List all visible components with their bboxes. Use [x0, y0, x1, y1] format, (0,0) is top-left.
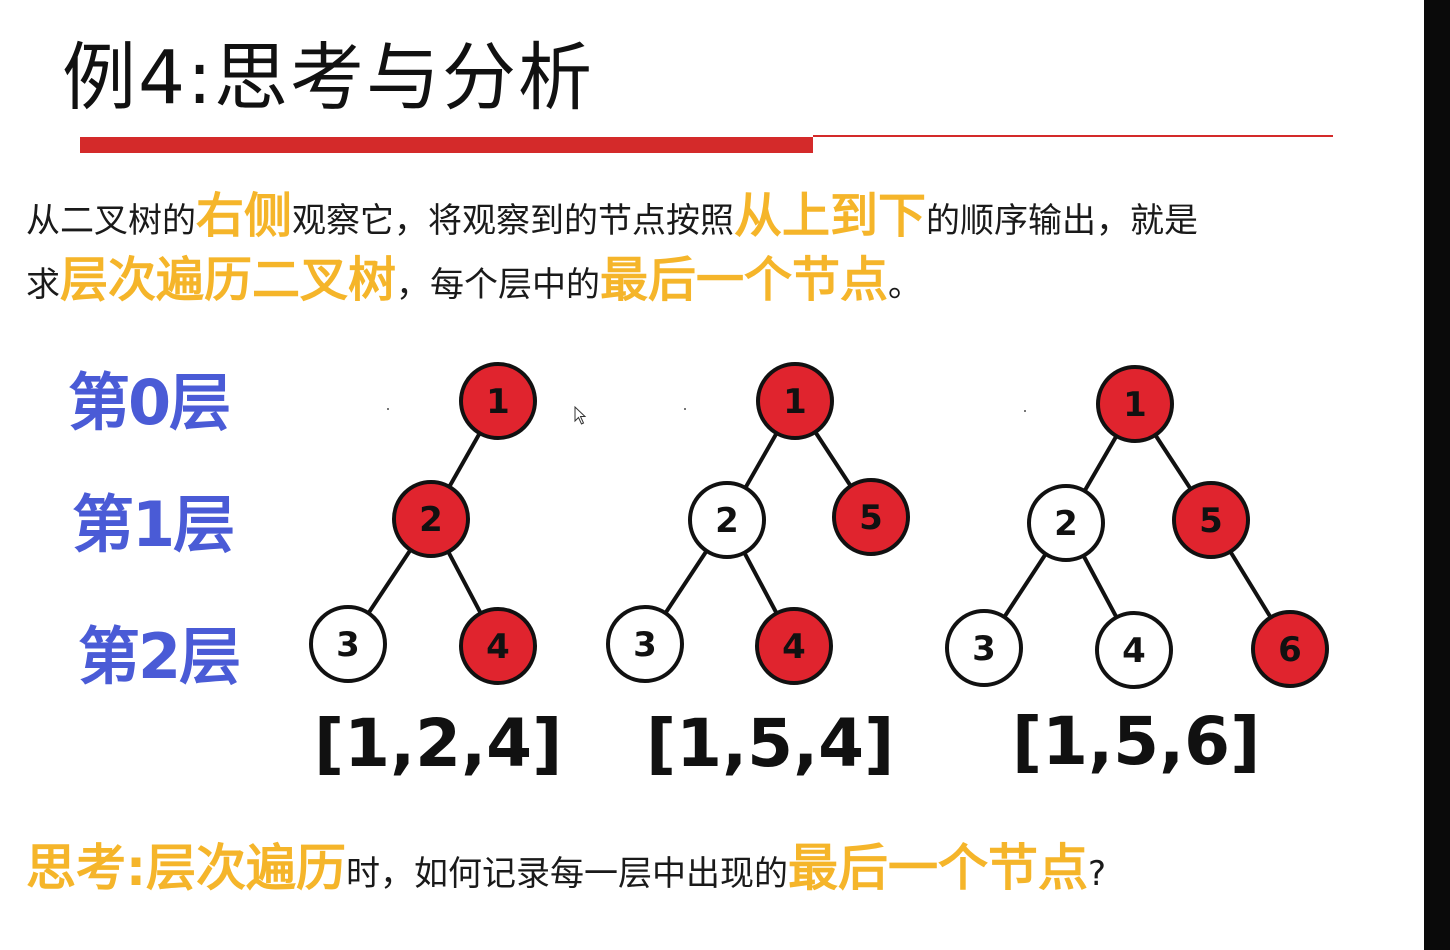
- tree-node-label: 1: [783, 382, 807, 422]
- tree-node-label: 5: [1199, 501, 1223, 541]
- tree-node-label: 4: [1122, 631, 1146, 671]
- slide: 例4:思考与分析 从二叉树的右侧观察它，将观察到的节点按照从上到下的顺序输出，就…: [0, 0, 1424, 950]
- stray-dot: [387, 408, 389, 410]
- question-highlight: 思考:层次遍历: [26, 839, 346, 897]
- mouse-pointer-icon: [574, 406, 587, 425]
- tree-result-1: [1,2,4]: [314, 705, 563, 782]
- tree-node-label: 1: [1123, 385, 1147, 425]
- tree-node-label: 5: [859, 498, 883, 538]
- tree-node-label: 4: [486, 627, 510, 667]
- tree-diagrams: 1 2 3 4 1 2 5 3 4 1 2 5 3 4 6: [309, 362, 1329, 689]
- tree-node-label: 4: [782, 627, 806, 667]
- tree-node-label: 3: [972, 629, 996, 669]
- question-highlight: 最后一个节点: [788, 839, 1088, 897]
- tree-node-label: 2: [715, 501, 739, 541]
- question-text: 时，如何记录每一层中出现的: [346, 854, 788, 894]
- stray-dot: [1024, 410, 1026, 412]
- question-prompt: 思考:层次遍历时，如何记录每一层中出现的最后一个节点?: [26, 828, 1106, 900]
- tree-node-label: 3: [336, 625, 360, 665]
- tree-node-label: 6: [1278, 630, 1302, 670]
- tree-result-2: [1,5,4]: [646, 705, 895, 782]
- tree-node-label: 3: [633, 625, 657, 665]
- window-edge: [1424, 0, 1450, 950]
- tree-node-label: 1: [486, 382, 510, 422]
- tree-node-label: 2: [1054, 504, 1078, 544]
- question-text: ?: [1088, 854, 1107, 894]
- tree-result-3: [1,5,6]: [1012, 703, 1261, 780]
- stray-dot: [684, 408, 686, 410]
- tree-node-label: 2: [419, 500, 443, 540]
